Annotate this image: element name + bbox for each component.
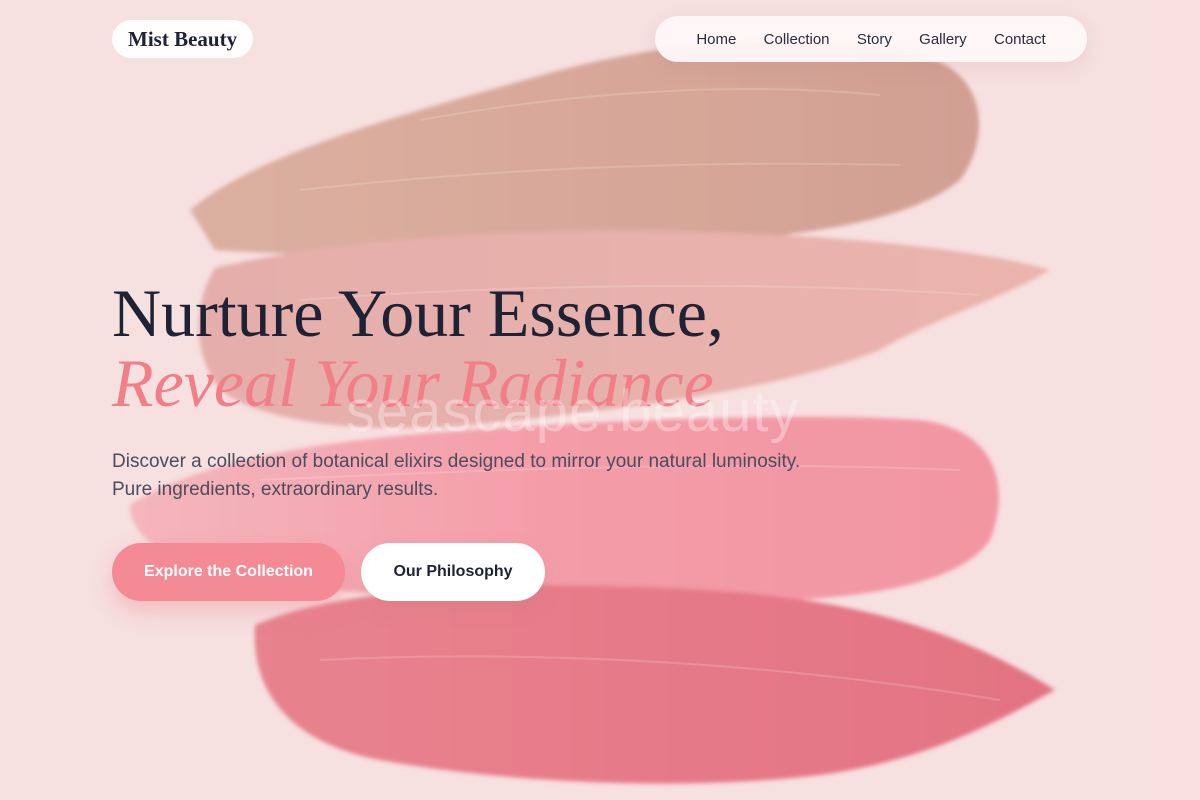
- nav-item-gallery[interactable]: Gallery: [919, 31, 967, 48]
- nav-item-home[interactable]: Home: [696, 31, 736, 48]
- nav-item-collection[interactable]: Collection: [764, 31, 830, 48]
- our-philosophy-button[interactable]: Our Philosophy: [361, 543, 545, 601]
- nav-item-contact[interactable]: Contact: [994, 31, 1046, 48]
- hero-headline-line1: Nurture Your Essence,: [112, 275, 724, 351]
- watermark-text: seascape.beauty: [346, 379, 800, 444]
- brand-logo[interactable]: Mist Beauty: [112, 20, 254, 58]
- explore-collection-button[interactable]: Explore the Collection: [112, 543, 345, 601]
- hero-description: Discover a collection of botanical elixi…: [112, 451, 801, 500]
- brand-name: Mist Beauty: [128, 26, 238, 51]
- nav-item-story[interactable]: Story: [857, 31, 892, 48]
- main-navigation: Home Collection Story Gallery Contact: [655, 16, 1087, 62]
